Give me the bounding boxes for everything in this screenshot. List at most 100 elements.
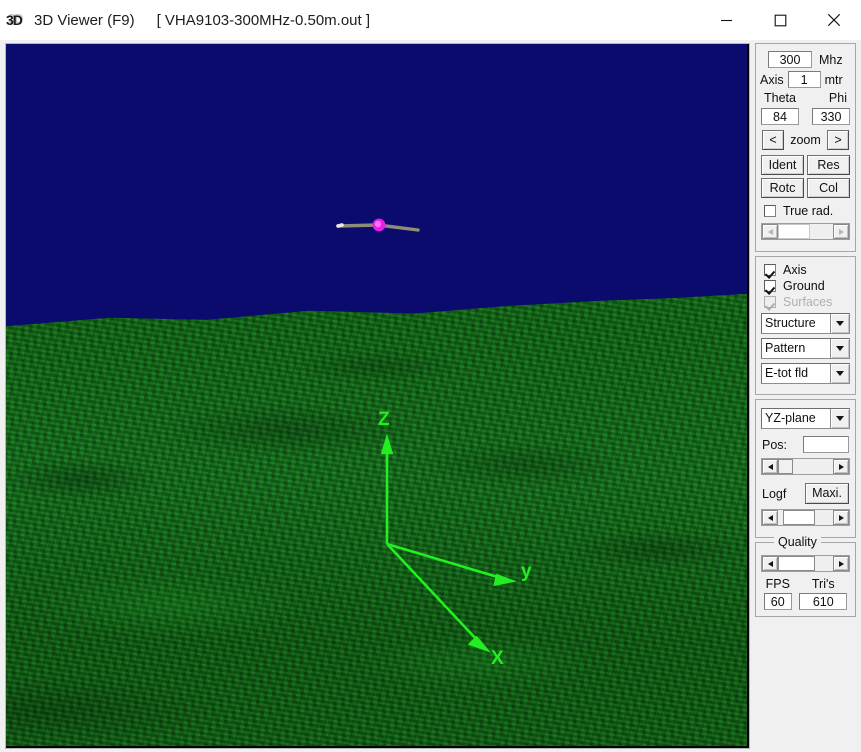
quality-readouts: FPS 60 Tri's 610 [760,577,851,610]
pos-slider-track[interactable] [778,459,833,474]
left-arrow-icon [767,514,773,521]
maximize-icon [774,14,786,26]
quality-slider-thumb[interactable] [778,556,816,571]
axis-label-y: y [521,561,532,582]
pattern-dropdown-value: Pattern [765,341,806,355]
minimize-icon [720,19,732,21]
pos-row: Pos: [760,436,851,453]
tris-label: Tri's [811,577,835,591]
coordinate-axes: Z y X [378,409,532,669]
true-rad-slider-track[interactable] [778,224,833,239]
close-button[interactable] [807,0,861,40]
quality-legend: Quality [774,535,821,549]
maxi-button[interactable]: Maxi. [805,483,849,504]
plane-dropdown-value: YZ-plane [765,411,816,425]
pattern-dropdown[interactable]: Pattern [761,338,850,359]
chevron-down-icon[interactable] [830,364,849,383]
3d-viewport[interactable]: Z y X [6,44,747,746]
viewport-frame[interactable]: Z y X [5,43,750,749]
ident-button[interactable]: Ident [761,155,804,175]
res-button[interactable]: Res [807,155,850,175]
true-rad-checkbox-box [764,205,776,217]
phi-label: Phi [828,91,847,105]
axis-checkbox[interactable]: Axis [764,263,851,277]
surfaces-checkbox: Surfaces [764,295,851,309]
pos-label: Pos: [762,437,788,452]
axis-checkbox-label: Axis [783,263,807,277]
right-arrow-icon [838,463,844,470]
logf-slider-left-arrow[interactable] [762,510,778,525]
left-arrow-icon [767,228,773,235]
logf-slider-thumb[interactable] [782,510,815,525]
theta-label: Theta [764,91,796,105]
theta-input[interactable]: 84 [761,108,799,125]
col-button[interactable]: Col [807,178,850,198]
ground-checkbox[interactable]: Ground [764,279,851,293]
window-title: 3D Viewer (F9) [34,11,135,29]
axis-label-x: X [491,648,504,669]
chevron-down-icon[interactable] [830,339,849,358]
axis-input[interactable]: 1 [787,71,821,88]
axis-row: Axis 1 mtr [760,71,851,88]
app-3d-icon: 3D 3D [6,10,28,30]
maximize-button[interactable] [753,0,807,40]
structure-dropdown-value: Structure [765,316,816,330]
pos-slider-left-arrow[interactable] [762,459,778,474]
true-rad-checkbox[interactable]: True rad. [764,204,851,218]
angle-labels-row: Theta Phi [760,91,851,105]
quality-slider-track[interactable] [778,556,833,571]
ground-checkbox-label: Ground [783,279,825,293]
true-rad-slider-left-arrow[interactable] [762,224,778,239]
logf-row: Logf Maxi. [760,483,851,504]
field-dropdown[interactable]: E-tot fld [761,363,850,384]
window-file-title: [ VHA9103-300MHz-0.50m.out ] [156,11,371,29]
plane-dropdown[interactable]: YZ-plane [761,408,850,429]
left-arrow-icon [767,560,773,567]
field-dropdown-value: E-tot fld [765,366,809,380]
axis-label-z: Z [378,409,390,430]
tris-readout: Tri's 610 [799,577,848,610]
logf-slider-right-arrow[interactable] [833,510,849,525]
close-icon [827,13,841,27]
slice-controls-group: YZ-plane Pos: Logf Maxi. [755,399,856,538]
zoom-row: < zoom > [762,130,849,150]
ground-checkbox-box [764,280,776,292]
minimize-button[interactable] [699,0,753,40]
quality-slider-left-arrow[interactable] [762,556,778,571]
display-options-group: Axis Ground Surfaces Structure Pattern E… [755,256,856,395]
quality-slider-right-arrow[interactable] [833,556,849,571]
pos-slider[interactable] [761,458,850,475]
zoom-out-button[interactable]: < [762,130,784,150]
logf-label: Logf [762,486,787,501]
pos-slider-right-arrow[interactable] [833,459,849,474]
true-rad-slider-right-arrow[interactable] [833,224,849,239]
title-bar: 3D 3D 3D Viewer (F9) [ VHA9103-300MHz-0.… [0,0,861,40]
surfaces-checkbox-box [764,296,776,308]
true-rad-label: True rad. [783,204,834,218]
fps-label: FPS [765,577,790,591]
fps-value: 60 [763,593,792,610]
quality-group: Quality FPS 60 Tri's 610 [755,535,856,617]
true-rad-slider[interactable] [761,223,850,240]
surfaces-checkbox-label: Surfaces [783,295,833,309]
axis-unit: mtr [824,72,843,87]
true-rad-slider-thumb[interactable] [778,224,810,239]
phi-input[interactable]: 330 [812,108,850,125]
chevron-down-icon[interactable] [830,314,849,333]
axis-label: Axis [760,72,784,87]
frequency-input[interactable]: 300 [768,51,812,68]
logf-slider-track[interactable] [778,510,833,525]
chevron-down-icon[interactable] [830,409,849,428]
tris-value: 610 [799,593,848,610]
axis-checkbox-box [764,264,776,276]
zoom-in-button[interactable]: > [826,130,849,150]
logf-slider[interactable] [761,509,850,526]
structure-dropdown[interactable]: Structure [761,313,850,334]
rotc-col-row: Rotc Col [760,178,851,198]
ident-res-row: Ident Res [760,155,851,175]
left-arrow-icon [767,463,773,470]
quality-slider[interactable] [761,555,850,572]
pos-input[interactable] [803,436,849,453]
pos-slider-thumb[interactable] [778,459,794,474]
rotc-button[interactable]: Rotc [761,178,804,198]
